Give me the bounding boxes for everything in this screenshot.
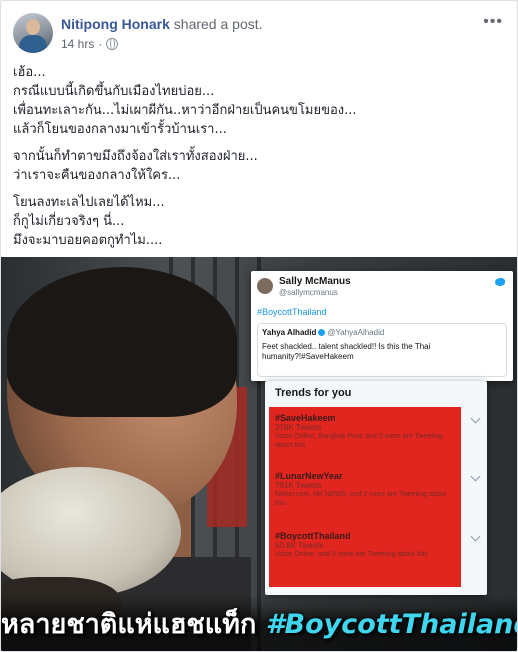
trend-item: #SaveHakeem 316K Tweets Voice Online, Ba… [275, 413, 481, 450]
post-line: เฮ้อ... [13, 65, 46, 80]
author-name[interactable]: Nitipong Honark [61, 16, 170, 32]
avatar-shirt [19, 35, 47, 53]
trend-item: #BoycottThailand 50.8K Tweets Voice Onli… [275, 531, 481, 559]
image-caption: หลายชาติแห่แฮชแท็ก #BoycottThailand [1, 602, 518, 645]
post-card: Nitipong Honark shared a post. 14 hrs · … [0, 0, 518, 652]
trends-list: #SaveHakeem 316K Tweets Voice Online, Ba… [269, 407, 481, 587]
twitter-bird-icon [495, 278, 505, 286]
globe-icon[interactable] [106, 38, 119, 50]
share-action-text: shared a post. [173, 16, 263, 32]
trend-desc: Voice Online, and 3 more are Tweeting ab… [275, 551, 428, 558]
verified-icon [318, 329, 326, 336]
post-line: ก็กูไม่เกี่ยวจริงๆ นี่... [13, 214, 125, 229]
author-line: Nitipong Honark shared a post. [61, 16, 263, 32]
tweet-avatar [257, 278, 273, 294]
post-line: โยนลงทะเลไปเลยได้ไหม... [13, 195, 165, 210]
chevron-down-icon [470, 531, 481, 542]
tweet-hashtag: #BoycottThailand [257, 307, 327, 317]
image-caption-band: หลายชาติแห่แฮชแท็ก #BoycottThailand [1, 595, 518, 651]
caption-thai: หลายชาติแห่แฮชแท็ก [1, 609, 266, 640]
trend-tag: #LunarNewYear [275, 471, 343, 481]
post-meta: 14 hrs · [61, 37, 119, 51]
tweet-author: Sally McManus [279, 276, 351, 287]
trends-title: Trends for you [275, 387, 352, 399]
post-line: แล้วก็โยนของกลางมาเข้ารั้วบ้านเรา... [13, 122, 227, 137]
chevron-down-icon [470, 413, 481, 424]
post-line: จากนั้นก็ทำตาขมึงถึงจ้องใส่เราทั้งสองฝ่า… [13, 149, 258, 164]
quoted-author: Yahya Alhadid [262, 328, 317, 337]
trend-tag: #SaveHakeem [275, 413, 336, 423]
tweet-screenshot: Sally McManus @sallymcmanus #BoycottThai… [251, 271, 513, 381]
avatar-head [26, 19, 40, 35]
chevron-down-icon [470, 471, 481, 482]
post-line: ว่าเราจะคืนของกลางให้ใคร... [13, 168, 181, 183]
quoted-handle: @YahyaAlhadid [327, 328, 385, 337]
quoted-text: Feet shackled.. talent shackled!! Is thi… [262, 342, 431, 361]
author-avatar[interactable] [13, 13, 53, 53]
trend-desc: Nikkei.com, NK NEWS, and 2 more are Twee… [275, 491, 447, 507]
trend-desc: Voice Online, Bangkok Post, and 5 more a… [275, 433, 443, 449]
post-line: เพื่อนทะเลาะกัน...ไม่เผาผีกัน..หาว่าอีกฝ… [13, 103, 357, 118]
quoted-tweet: Yahya Alhadid @YahyaAlhadid Feet shackled… [257, 323, 507, 377]
trend-count: 316K Tweets [275, 423, 322, 432]
post-timestamp[interactable]: 14 hrs [61, 37, 94, 51]
trend-tag: #BoycottThailand [275, 531, 351, 541]
man-hair [7, 267, 237, 417]
trend-count: 791K Tweets [275, 481, 322, 490]
post-text: เฮ้อ... กรณีแบบนี้เกิดขึ้นกับเมืองไทยบ่อ… [13, 63, 493, 250]
caption-hashtag: #BoycottThailand [265, 609, 518, 640]
post-line: มึงจะมาบอยคอตกูทำไม.... [13, 233, 163, 248]
trends-screenshot: Trends for you #SaveHakeem 316K Tweets V… [265, 381, 487, 595]
quoted-author-line: Yahya Alhadid @YahyaAlhadid [262, 328, 384, 337]
trend-count: 50.8K Tweets [275, 541, 324, 550]
meta-separator: · [98, 37, 103, 51]
tweet-handle: @sallymcmanus [279, 288, 338, 297]
shared-image[interactable]: Sally McManus @sallymcmanus #BoycottThai… [1, 257, 518, 651]
trend-item: #LunarNewYear 791K Tweets Nikkei.com, NK… [275, 471, 481, 508]
post-header: Nitipong Honark shared a post. 14 hrs · … [13, 13, 503, 53]
post-line: กรณีแบบนี้เกิดขึ้นกับเมืองไทยบ่อย... [13, 84, 215, 99]
more-options-icon[interactable]: ••• [483, 13, 503, 31]
